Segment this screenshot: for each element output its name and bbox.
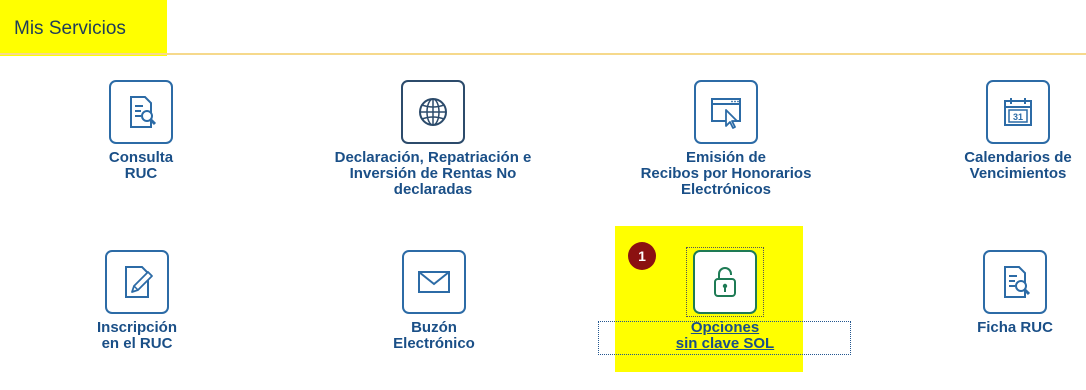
page-title: Mis Servicios — [14, 18, 126, 39]
browser-cursor-icon[interactable] — [694, 80, 758, 144]
service-label[interactable]: Buzón Electrónico — [334, 320, 534, 352]
service-label[interactable]: Opciones sin clave SOL — [625, 320, 825, 352]
service-declaracion-rentas[interactable]: Declaración, Repatriación e Inversión de… — [333, 80, 533, 198]
service-label[interactable]: Inscripción en el RUC — [37, 320, 237, 352]
service-label[interactable]: Consulta RUC — [41, 150, 241, 182]
service-ficha-ruc[interactable]: Ficha RUC — [915, 250, 1086, 336]
calendar-day-text: 31 — [1013, 112, 1023, 122]
unlocked-padlock-icon[interactable] — [693, 250, 757, 314]
service-calendarios[interactable]: 31 Calendarios de Vencimientos — [918, 80, 1086, 182]
service-inscripcion-ruc[interactable]: Inscripción en el RUC — [37, 250, 237, 352]
search-document-icon[interactable] — [109, 80, 173, 144]
service-emision-recibos[interactable]: Emisión de Recibos por Honorarios Electr… — [626, 80, 826, 198]
service-opciones-sin-clave-sol[interactable]: Opciones sin clave SOL — [625, 250, 825, 352]
service-label[interactable]: Calendarios de Vencimientos — [918, 150, 1086, 182]
search-document-icon[interactable] — [983, 250, 1047, 314]
edit-document-icon[interactable] — [105, 250, 169, 314]
calendar-icon[interactable]: 31 — [986, 80, 1050, 144]
globe-icon[interactable] — [401, 80, 465, 144]
service-buzon-electronico[interactable]: Buzón Electrónico — [334, 250, 534, 352]
service-label[interactable]: Ficha RUC — [915, 320, 1086, 336]
service-label[interactable]: Declaración, Repatriación e Inversión de… — [333, 150, 533, 198]
envelope-icon[interactable] — [402, 250, 466, 314]
service-consulta-ruc[interactable]: Consulta RUC — [41, 80, 241, 182]
service-label[interactable]: Emisión de Recibos por Honorarios Electr… — [626, 150, 826, 198]
header-divider — [0, 53, 1086, 55]
